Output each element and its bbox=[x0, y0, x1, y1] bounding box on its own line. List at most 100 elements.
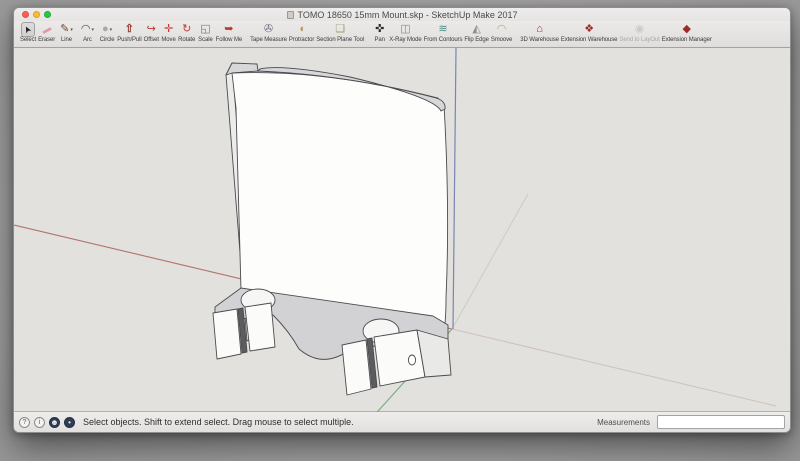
model-canvas bbox=[14, 48, 777, 412]
tool-eraser-label: Eraser bbox=[38, 37, 56, 43]
tool-push-pull[interactable]: ⇧ Push/Pull bbox=[117, 22, 142, 43]
toolbar: ➤ Select ▬ Eraser ✎ ▾ Line ◠ ▾ Arc ● ▾ Circle ⇧ Push/P… bbox=[14, 21, 790, 48]
tool-smoove-button[interactable]: ◠ bbox=[494, 22, 510, 37]
tool-3d-warehouse-label: 3D Warehouse bbox=[520, 37, 559, 43]
status-message: Select objects. Shift to extend select. … bbox=[83, 417, 354, 427]
tool-line-button[interactable]: ✎ ▾ bbox=[57, 22, 76, 37]
circle-icon: ● bbox=[102, 23, 109, 35]
tool-scale-button[interactable]: ◱ bbox=[197, 22, 213, 37]
account-icon[interactable]: ☻ bbox=[49, 416, 60, 428]
tool-from-contours-button[interactable]: ≋ bbox=[435, 22, 450, 37]
red-axis-far bbox=[451, 328, 777, 407]
tool-3d-warehouse[interactable]: ⌂ 3D Warehouse bbox=[520, 22, 559, 43]
help-icon[interactable]: ? bbox=[19, 416, 30, 428]
tool-push-pull-button[interactable]: ⇧ bbox=[122, 22, 137, 37]
tool-extension-manager[interactable]: ◆ Extension Manager bbox=[662, 22, 712, 43]
rotate-icon: ↻ bbox=[182, 23, 192, 35]
blue-axis bbox=[452, 48, 457, 330]
sketchup-window: TOMO 18650 15mm Mount.skp - SketchUp Mak… bbox=[13, 7, 791, 433]
tool-protractor[interactable]: ◖ Protractor bbox=[289, 22, 314, 43]
arc-dropdown-caret-icon[interactable]: ▾ bbox=[92, 27, 95, 33]
3d-warehouse-icon: ⌂ bbox=[536, 23, 543, 35]
measurements-input[interactable] bbox=[657, 415, 785, 429]
tool-pan-button[interactable]: ✜ bbox=[372, 22, 387, 37]
measurements-label: Measurements bbox=[597, 417, 650, 427]
tool-follow-me[interactable]: ➥ Follow Me bbox=[216, 22, 243, 43]
tool-extension-warehouse[interactable]: ❖ Extension Warehouse bbox=[561, 22, 618, 43]
x-ray-mode-icon: ◫ bbox=[400, 23, 411, 35]
tool-arc[interactable]: ◠ ▾ Arc bbox=[78, 22, 97, 43]
push-pull-icon: ⇧ bbox=[124, 23, 135, 35]
circle-dropdown-caret-icon[interactable]: ▾ bbox=[110, 27, 113, 33]
section-plane-tool-icon: ❏ bbox=[335, 23, 346, 35]
tool-extension-warehouse-label: Extension Warehouse bbox=[560, 37, 618, 43]
pan-icon: ✜ bbox=[375, 23, 385, 35]
3d-viewport[interactable] bbox=[14, 48, 790, 412]
tool-x-ray-mode-label: X-Ray Mode bbox=[389, 37, 422, 43]
scale-icon: ◱ bbox=[200, 23, 211, 35]
tool-circle-button[interactable]: ● ▾ bbox=[99, 22, 115, 37]
tool-circle-label: Circle bbox=[99, 37, 115, 43]
select-icon: ➤ bbox=[21, 24, 34, 36]
tool-move-label: Move bbox=[161, 37, 176, 43]
tool-line[interactable]: ✎ ▾ Line bbox=[57, 22, 76, 43]
flip-edge-icon: ◭ bbox=[472, 23, 481, 35]
document-proxy-icon bbox=[286, 11, 294, 19]
tool-protractor-button[interactable]: ◖ bbox=[295, 22, 308, 37]
tool-section-plane-tool-label: Section Plane Tool bbox=[316, 37, 365, 43]
send-to-layout-icon: ◉ bbox=[634, 23, 645, 35]
tool-circle[interactable]: ● ▾ Circle bbox=[99, 22, 115, 43]
tool-flip-edge[interactable]: ◭ Flip Edge bbox=[464, 22, 489, 43]
move-icon: ✛ bbox=[163, 23, 174, 35]
tool-from-contours[interactable]: ≋ From Contours bbox=[424, 22, 463, 43]
tool-x-ray-mode[interactable]: ◫ X-Ray Mode bbox=[389, 22, 421, 43]
tool-arc-label: Arc bbox=[83, 37, 92, 43]
tool-select[interactable]: ➤ Select bbox=[20, 22, 36, 43]
tool-move-button[interactable]: ✛ bbox=[161, 22, 176, 37]
follow-me-icon: ➥ bbox=[224, 23, 234, 35]
tool-section-plane-tool-button[interactable]: ❏ bbox=[332, 22, 348, 37]
right-clamp-block bbox=[341, 339, 372, 396]
tool-eraser[interactable]: ▬ Eraser bbox=[38, 22, 55, 43]
tool-select-button[interactable]: ➤ bbox=[21, 22, 35, 37]
tool-arc-button[interactable]: ◠ ▾ bbox=[78, 22, 97, 37]
offset-icon: ↪ bbox=[146, 23, 156, 35]
tool-eraser-button[interactable]: ▬ bbox=[39, 22, 54, 37]
tool-extension-manager-label: Extension Manager bbox=[661, 37, 712, 43]
tool-tape-measure-button[interactable]: ✇ bbox=[261, 22, 276, 37]
green-axis-far bbox=[451, 193, 529, 330]
extension-manager-icon: ◆ bbox=[682, 23, 691, 35]
tool-flip-edge-label: Flip Edge bbox=[464, 37, 489, 43]
tool-extension-manager-button[interactable]: ◆ bbox=[679, 22, 693, 37]
protractor-icon: ◖ bbox=[298, 23, 305, 35]
geolocation-icon[interactable]: • bbox=[64, 416, 75, 428]
left-clamp-block bbox=[244, 302, 276, 352]
tool-protractor-label: Protractor bbox=[288, 37, 315, 43]
tool-rotate[interactable]: ↻ Rotate bbox=[178, 22, 195, 43]
tool-smoove[interactable]: ◠ Smoove bbox=[490, 22, 513, 43]
tool-follow-me-button[interactable]: ➥ bbox=[221, 22, 236, 37]
tool-rotate-label: Rotate bbox=[178, 37, 196, 43]
tool-send-to-layout-button: ◉ bbox=[632, 22, 648, 37]
titlebar[interactable]: TOMO 18650 15mm Mount.skp - SketchUp Mak… bbox=[14, 8, 790, 21]
tool-section-plane-tool[interactable]: ❏ Section Plane Tool bbox=[316, 22, 364, 43]
tool-scale[interactable]: ◱ Scale bbox=[197, 22, 213, 43]
tool-flip-edge-button[interactable]: ◭ bbox=[469, 22, 483, 37]
tool-send-to-layout: ◉ Send to LayOut bbox=[619, 22, 659, 43]
tool-tape-measure[interactable]: ✇ Tape Measure bbox=[250, 22, 287, 43]
instructor-icon[interactable]: i bbox=[34, 416, 45, 428]
tool-x-ray-mode-button[interactable]: ◫ bbox=[397, 22, 413, 37]
tool-extension-warehouse-button[interactable]: ❖ bbox=[581, 22, 597, 37]
tool-push-pull-label: Push/Pull bbox=[117, 37, 142, 43]
tool-3d-warehouse-button[interactable]: ⌂ bbox=[533, 22, 546, 37]
from-contours-icon: ≋ bbox=[438, 23, 448, 35]
tool-pan-label: Pan bbox=[374, 37, 385, 43]
tool-move[interactable]: ✛ Move bbox=[161, 22, 176, 43]
tool-pan[interactable]: ✜ Pan bbox=[372, 22, 387, 43]
tool-smoove-label: Smoove bbox=[490, 37, 513, 43]
tool-offset[interactable]: ↪ Offset bbox=[144, 22, 159, 43]
tool-offset-button[interactable]: ↪ bbox=[144, 22, 159, 37]
line-dropdown-caret-icon[interactable]: ▾ bbox=[70, 27, 73, 33]
tool-offset-label: Offset bbox=[143, 37, 159, 43]
tool-rotate-button[interactable]: ↻ bbox=[179, 22, 194, 37]
